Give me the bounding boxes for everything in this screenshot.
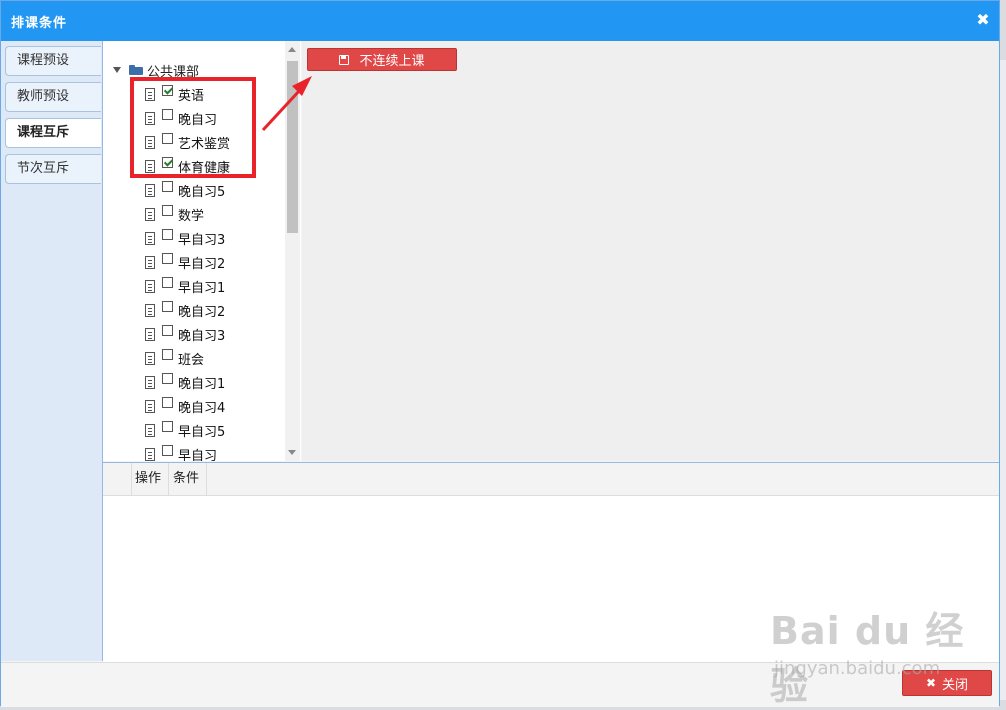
tree-node-checkbox[interactable]: [162, 324, 173, 336]
tree-node-checkbox[interactable]: [162, 396, 173, 408]
file-icon: [145, 423, 155, 437]
tab-course-preset[interactable]: 课程预设: [5, 46, 101, 76]
tree-node[interactable]: 晚自习3: [145, 323, 225, 345]
column-header-condition[interactable]: 条件: [169, 463, 207, 495]
sidebar: 课程预设 教师预设 课程互斥 节次互斥: [1, 41, 103, 661]
tree-node[interactable]: 晚自习2: [145, 299, 225, 321]
close-icon[interactable]: ✖: [973, 10, 993, 30]
tab-period-exclusion[interactable]: 节次互斥: [5, 154, 101, 184]
file-icon: [145, 231, 155, 245]
tree-node[interactable]: 班会: [145, 347, 204, 369]
tree-node[interactable]: 早自习3: [145, 227, 225, 249]
tree-node[interactable]: 晚自习5: [145, 179, 225, 201]
dialog-title: 排课条件: [11, 16, 68, 31]
grid-header: 操作 条件: [103, 463, 999, 496]
baidu-watermark: Bai du 经验 jingyan.baidu.com: [770, 600, 990, 708]
tree-node-checkbox[interactable]: [162, 252, 173, 264]
tree-node-checkbox[interactable]: [162, 180, 173, 192]
save-icon: [339, 54, 350, 65]
tree-node[interactable]: 晚自习1: [145, 371, 225, 393]
tree-node[interactable]: 晚自习4: [145, 395, 225, 417]
tree-node-label: 数学: [178, 208, 205, 224]
tree-node-label: 早自习5: [178, 424, 226, 440]
tree-node-label: 早自习1: [178, 280, 226, 296]
tree-node[interactable]: 早自习2: [145, 251, 225, 273]
file-icon: [145, 351, 155, 365]
tree-node-label: 早自习2: [178, 256, 226, 272]
folder-open-icon: [129, 65, 143, 75]
tab-course-exclusion[interactable]: 课程互斥: [5, 118, 101, 148]
file-icon: [145, 327, 155, 341]
file-icon: [145, 183, 155, 197]
file-icon: [145, 399, 155, 413]
file-icon: [145, 375, 155, 389]
highlight-box: [130, 77, 256, 178]
tree-node-checkbox[interactable]: [162, 372, 173, 384]
non-consecutive-button[interactable]: 不连续上课: [307, 48, 457, 71]
tree-node[interactable]: 早自习1: [145, 275, 225, 297]
tree-node-checkbox[interactable]: [162, 444, 173, 456]
file-icon: [145, 279, 155, 293]
tree-node-checkbox[interactable]: [162, 300, 173, 312]
tree-node-label: 晚自习5: [178, 184, 226, 200]
non-consecutive-button-label: 不连续上课: [359, 54, 425, 69]
watermark-sub: jingyan.baidu.com: [774, 658, 941, 679]
file-icon: [145, 447, 155, 461]
tree-node-checkbox[interactable]: [162, 228, 173, 240]
file-icon: [145, 207, 155, 221]
tree-node-label: 晚自习4: [178, 400, 226, 416]
tree-node-label: 晚自习3: [178, 328, 226, 344]
scroll-down-arrow-icon[interactable]: [288, 450, 296, 455]
dialog-titlebar: 排课条件 ✖: [1, 1, 999, 41]
watermark-main: Bai du 经验: [770, 609, 965, 708]
tree-scrollbar[interactable]: [285, 41, 300, 461]
tree-node-label: 晚自习2: [178, 304, 226, 320]
tree-node-checkbox[interactable]: [162, 420, 173, 432]
grid-rownum-header: [103, 463, 132, 495]
tree-node-label: 早自习3: [178, 232, 226, 248]
expand-triangle-icon[interactable]: [113, 67, 121, 73]
tree-node[interactable]: 早自习5: [145, 419, 225, 441]
tree-node-label: 晚自习1: [178, 376, 226, 392]
tree-node[interactable]: 数学: [145, 203, 204, 225]
column-header-operation[interactable]: 操作: [131, 463, 169, 495]
scroll-up-arrow-icon[interactable]: [288, 47, 296, 52]
tab-teacher-preset[interactable]: 教师预设: [5, 82, 101, 112]
tree-node-label: 班会: [178, 352, 205, 368]
tree-node-label: 早自习: [178, 448, 218, 462]
tree-node-checkbox[interactable]: [162, 276, 173, 288]
scrollbar-thumb[interactable]: [287, 61, 298, 233]
tree-node[interactable]: 早自习: [145, 443, 217, 461]
file-icon: [145, 255, 155, 269]
action-panel: 不连续上课: [302, 41, 999, 461]
file-icon: [145, 303, 155, 317]
tree-node-checkbox[interactable]: [162, 348, 173, 360]
tree-node-checkbox[interactable]: [162, 204, 173, 216]
